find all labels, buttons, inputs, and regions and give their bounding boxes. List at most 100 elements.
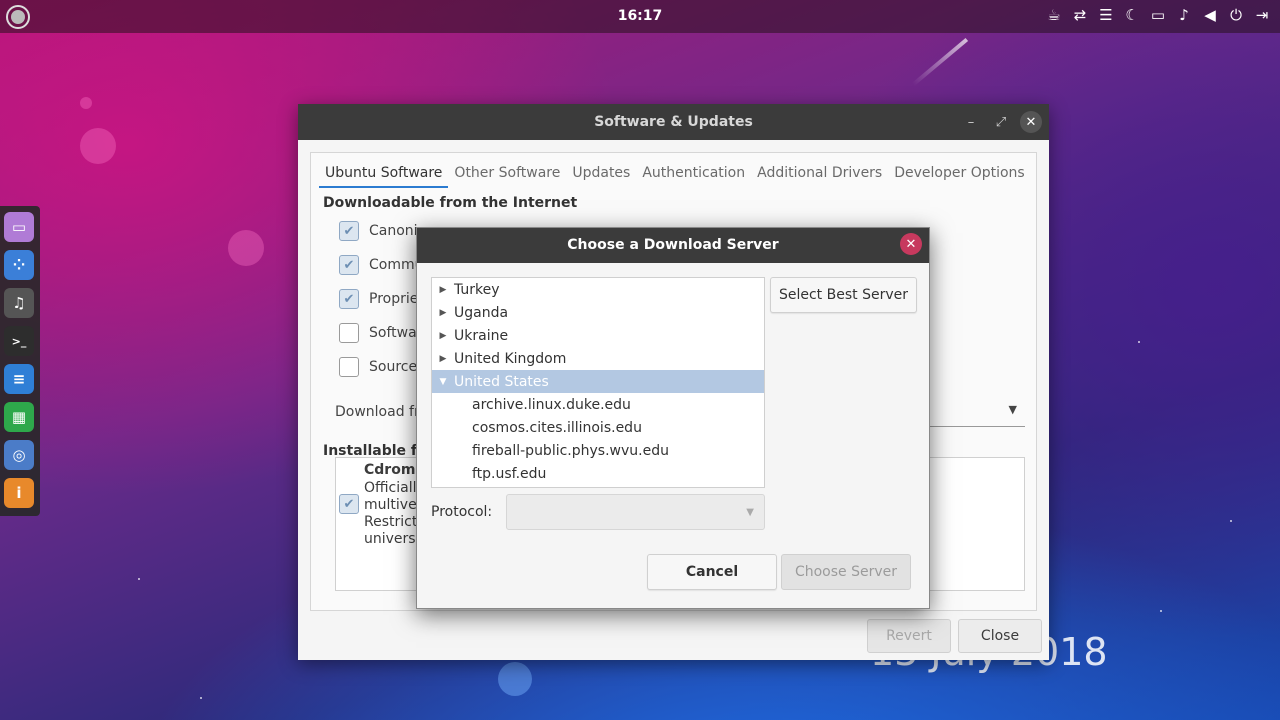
checkbox-row[interactable]: Softwa bbox=[339, 323, 417, 343]
checkbox-row[interactable]: Source bbox=[339, 357, 417, 377]
expander-right-icon[interactable]: ▶ bbox=[432, 308, 454, 318]
choose-server-button[interactable]: Choose Server bbox=[781, 554, 911, 590]
tree-row-server[interactable]: ftp.usf.edu bbox=[432, 462, 764, 485]
bell-icon[interactable]: ♪ bbox=[1174, 6, 1194, 24]
revert-button[interactable]: Revert bbox=[867, 619, 951, 653]
protocol-label: Protocol: bbox=[431, 504, 493, 520]
checkbox-row[interactable]: ✔ Canoni bbox=[339, 221, 418, 241]
tree-row-server[interactable]: cosmos.cites.illinois.edu bbox=[432, 416, 764, 439]
tab-other-software[interactable]: Other Software bbox=[448, 159, 566, 188]
server-tree[interactable]: ▶ Turkey ▶ Uganda ▶ Ukraine ▶ United Kin… bbox=[431, 277, 765, 488]
dock: ▭ ⁘ ♫ >_ ≡ ▦ ◎ i bbox=[0, 206, 40, 516]
tree-row-country[interactable]: ▶ Uganda bbox=[432, 301, 764, 324]
expander-right-icon[interactable]: ▶ bbox=[432, 285, 454, 295]
light-streak bbox=[911, 37, 969, 87]
tree-row-country-selected[interactable]: ▼ United States bbox=[432, 370, 764, 393]
tree-row-country[interactable]: ▶ United Kingdom bbox=[432, 347, 764, 370]
checkbox-checked-icon[interactable]: ✔ bbox=[339, 494, 359, 514]
dialog-title: Choose a Download Server bbox=[567, 237, 779, 253]
tree-row-label: United States bbox=[454, 373, 549, 390]
tab-developer-options[interactable]: Developer Options bbox=[888, 159, 1030, 188]
close-button[interactable]: Close bbox=[958, 619, 1042, 653]
dock-terminal-icon[interactable]: >_ bbox=[4, 326, 34, 356]
expander-down-icon[interactable]: ▼ bbox=[432, 377, 454, 387]
checkbox-checked-icon[interactable]: ✔ bbox=[339, 289, 359, 309]
choose-server-dialog: Choose a Download Server ✕ ▶ Turkey ▶ Ug… bbox=[416, 227, 930, 609]
folder-icon[interactable]: ▭ bbox=[1148, 6, 1168, 24]
expander-right-icon[interactable]: ▶ bbox=[432, 354, 454, 364]
tree-row-label: Ukraine bbox=[454, 327, 509, 344]
star bbox=[138, 578, 140, 580]
cdrom-title: Cdrom bbox=[364, 462, 416, 478]
dock-files-icon[interactable]: ▭ bbox=[4, 212, 34, 242]
star bbox=[1230, 520, 1232, 522]
bokeh-light bbox=[228, 230, 264, 266]
dock-calc-icon[interactable]: ▦ bbox=[4, 402, 34, 432]
tab-authentication[interactable]: Authentication bbox=[636, 159, 751, 188]
dropdown-arrow-icon[interactable]: ▼ bbox=[1009, 403, 1017, 416]
checkbox-unchecked-icon[interactable] bbox=[339, 357, 359, 377]
moon-icon[interactable]: ☾ bbox=[1122, 6, 1142, 24]
cancel-button[interactable]: Cancel bbox=[647, 554, 777, 590]
cdrom-line: Officiall bbox=[364, 480, 417, 496]
tree-row-server[interactable]: fireball-public.phys.wvu.edu bbox=[432, 439, 764, 462]
top-panel: 16:17 ☕ ⇄ ☰ ☾ ▭ ♪ ◀ ⏻ ⇥ bbox=[0, 0, 1280, 33]
tab-ubuntu-software[interactable]: Ubuntu Software bbox=[319, 159, 449, 188]
download-from-underline bbox=[930, 426, 1025, 427]
star bbox=[200, 697, 202, 699]
window-title: Software & Updates bbox=[594, 114, 753, 130]
tab-bar: Ubuntu Software Other Software Updates A… bbox=[319, 159, 1031, 188]
window-titlebar[interactable]: Software & Updates – ⤢ ✕ bbox=[298, 104, 1049, 140]
cdrom-line: multiver bbox=[364, 497, 423, 513]
expander-right-icon[interactable]: ▶ bbox=[432, 331, 454, 341]
close-icon[interactable]: ✕ bbox=[1020, 111, 1042, 133]
bokeh-light bbox=[498, 662, 532, 696]
volume-icon[interactable]: ◀ bbox=[1200, 6, 1220, 24]
tree-row-label: United Kingdom bbox=[454, 350, 567, 367]
dock-writer-icon[interactable]: ≡ bbox=[4, 364, 34, 394]
tab-additional-drivers[interactable]: Additional Drivers bbox=[751, 159, 888, 188]
menu-lines-icon[interactable]: ☰ bbox=[1096, 6, 1116, 24]
dock-music-icon[interactable]: ♫ bbox=[4, 288, 34, 318]
checkbox-unchecked-icon[interactable] bbox=[339, 323, 359, 343]
cdrom-line: universe bbox=[364, 531, 424, 547]
bokeh-light bbox=[80, 128, 116, 164]
cdrom-description: Officiall multiver Restrict universe bbox=[364, 480, 424, 548]
power-icon[interactable]: ⏻ bbox=[1226, 6, 1246, 24]
dropdown-arrow-icon[interactable]: ▼ bbox=[746, 507, 754, 518]
network-arrows-icon[interactable]: ⇄ bbox=[1070, 6, 1090, 24]
checkbox-checked-icon[interactable]: ✔ bbox=[339, 221, 359, 241]
app-menu-icon bbox=[11, 10, 25, 24]
maximize-icon[interactable]: ⤢ bbox=[990, 111, 1012, 133]
logout-icon[interactable]: ⇥ bbox=[1252, 6, 1272, 24]
protocol-select[interactable]: ▼ bbox=[506, 494, 765, 530]
dock-info-icon[interactable]: i bbox=[4, 478, 34, 508]
app-menu-button[interactable] bbox=[6, 5, 30, 29]
checkbox-checked-icon[interactable]: ✔ bbox=[339, 255, 359, 275]
checkbox-label: Source bbox=[369, 359, 418, 375]
checkbox-label: Proprie bbox=[369, 291, 419, 307]
tree-row-server[interactable]: archive.linux.duke.edu bbox=[432, 393, 764, 416]
bokeh-light bbox=[80, 97, 92, 109]
section-downloadable: Downloadable from the Internet bbox=[323, 195, 578, 211]
dock-apps-icon[interactable]: ⁘ bbox=[4, 250, 34, 280]
close-icon[interactable]: ✕ bbox=[900, 233, 922, 255]
checkbox-row[interactable]: ✔ Proprie bbox=[339, 289, 418, 309]
dock-browser-icon[interactable]: ◎ bbox=[4, 440, 34, 470]
dialog-titlebar[interactable]: Choose a Download Server ✕ bbox=[417, 228, 929, 263]
clock[interactable]: 16:17 bbox=[600, 8, 680, 24]
tree-row-label: Turkey bbox=[454, 281, 500, 298]
select-best-server-button[interactable]: Select Best Server bbox=[770, 277, 917, 313]
minimize-icon[interactable]: – bbox=[960, 111, 982, 133]
checkbox-label: Softwa bbox=[369, 325, 417, 341]
star bbox=[1138, 341, 1140, 343]
system-tray: ☕ ⇄ ☰ ☾ ▭ ♪ ◀ ⏻ ⇥ bbox=[1044, 6, 1272, 24]
tab-updates[interactable]: Updates bbox=[566, 159, 636, 188]
tree-row-label: Uganda bbox=[454, 304, 509, 321]
checkbox-row[interactable]: ✔ Commu bbox=[339, 255, 424, 275]
tree-row-country[interactable]: ▶ Turkey bbox=[432, 278, 764, 301]
tree-row-country[interactable]: ▶ Ukraine bbox=[432, 324, 764, 347]
coffee-icon[interactable]: ☕ bbox=[1044, 6, 1064, 24]
cdrom-line: Restrict bbox=[364, 514, 418, 530]
star bbox=[1160, 610, 1162, 612]
